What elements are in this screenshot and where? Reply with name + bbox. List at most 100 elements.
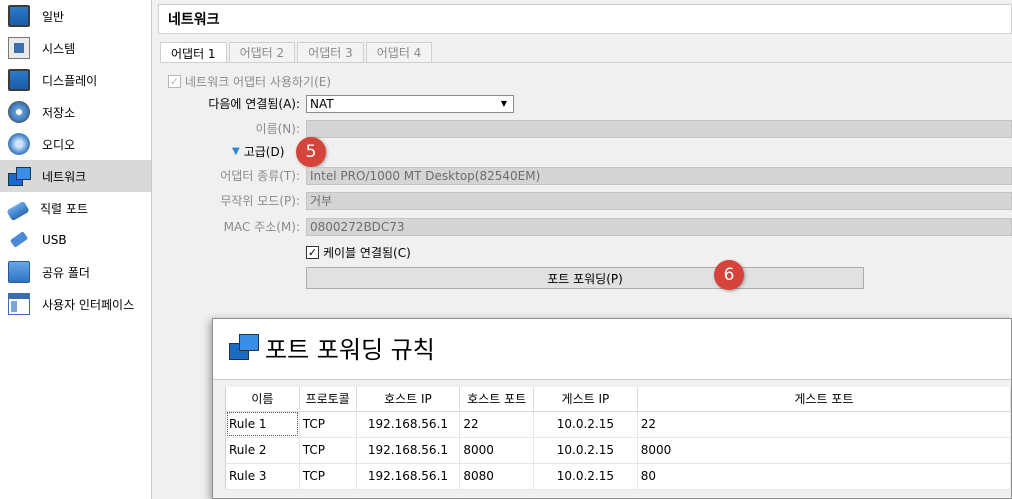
column-header-guest-port[interactable]: 게스트 포트 (637, 387, 1012, 412)
sidebar-item-label: 디스플레이 (42, 73, 98, 88)
tab-adapter-2[interactable]: 어댑터 2 (228, 42, 296, 62)
rule-host-port-cell[interactable]: 8080 (459, 463, 535, 490)
rule-protocol-cell[interactable]: TCP (299, 411, 357, 438)
storage-disk-icon (8, 101, 30, 123)
sidebar-item-label: 사용자 인터페이스 (42, 297, 135, 312)
shared-folder-icon (8, 261, 30, 283)
rule-host-port-cell[interactable]: 8000 (459, 437, 535, 464)
table-header-row: 이름 프로토콜 호스트 IP 호스트 포트 게스트 IP 게스트 포트 (225, 387, 1012, 412)
page-title: 네트워크 (158, 4, 1012, 34)
mac-address-field[interactable]: 0800272BDC73 (306, 218, 1012, 236)
sidebar-item-system[interactable]: 시스템 (0, 32, 151, 64)
sidebar-item-storage[interactable]: 저장소 (0, 96, 151, 128)
adapter-tabs: 어댑터 1 어댑터 2 어댑터 3 어댑터 4 (160, 42, 434, 63)
serial-port-icon (6, 200, 30, 221)
sidebar-item-label: 시스템 (42, 41, 76, 56)
rule-name-cell[interactable]: Rule 2 (225, 437, 300, 464)
sidebar-item-user-interface[interactable]: 사용자 인터페이스 (0, 288, 151, 320)
sidebar-item-serial-port[interactable]: 직렬 포트 (0, 192, 151, 224)
column-header-protocol[interactable]: 프로토콜 (299, 387, 357, 412)
name-field[interactable] (306, 120, 1012, 138)
adapter-type-label-wrap: 어댑터 종류(T): (160, 167, 300, 184)
rule-guest-ip-cell[interactable]: 10.0.2.15 (533, 437, 638, 464)
mac-label-wrap: MAC 주소(M): (160, 218, 300, 235)
attached-to-label: 다음에 연결됨(A): (208, 97, 300, 111)
sidebar-item-network[interactable]: 네트워크 (0, 160, 151, 192)
sidebar-item-label: 네트워크 (42, 169, 87, 184)
sidebar-item-label: 직렬 포트 (40, 201, 88, 216)
sidebar-item-display[interactable]: 디스플레이 (0, 64, 151, 96)
sidebar-item-audio[interactable]: 오디오 (0, 128, 151, 160)
chevron-down-icon: ▼ (500, 99, 507, 108)
tab-adapter-4[interactable]: 어댑터 4 (365, 42, 433, 62)
port-forwarding-rules-table: 이름 프로토콜 호스트 IP 호스트 포트 게스트 IP 게스트 포트 Rule… (225, 387, 1012, 490)
mac-address-label: MAC 주소(M): (223, 220, 300, 234)
sidebar-item-label: 저장소 (42, 105, 76, 120)
sidebar-item-label: 오디오 (42, 137, 76, 152)
network-icon (8, 165, 31, 187)
rule-guest-ip-cell[interactable]: 10.0.2.15 (533, 463, 638, 490)
tab-adapter-1[interactable]: 어댑터 1 (160, 42, 227, 63)
column-header-host-ip[interactable]: 호스트 IP (356, 387, 461, 412)
rule-guest-port-cell[interactable]: 8000 (637, 437, 1012, 464)
sidebar-item-label: USB (42, 233, 67, 247)
annotation-badge-6: 6 (714, 260, 744, 290)
sidebar-item-usb[interactable]: USB (0, 224, 151, 256)
tab-adapter-3[interactable]: 어댑터 3 (297, 42, 364, 62)
audio-speaker-icon (8, 133, 30, 155)
sidebar-item-label: 일반 (42, 9, 65, 24)
promiscuous-mode-label: 무작위 모드(P): (220, 194, 300, 208)
settings-sidebar: 일반 시스템 디스플레이 저장소 오디오 네트워크 직렬 포트 USB 공유 폴… (0, 0, 152, 499)
name-label: 이름(N): (255, 122, 300, 136)
system-chip-icon (8, 37, 30, 59)
column-header-guest-ip[interactable]: 게스트 IP (533, 387, 638, 412)
rule-host-ip-cell[interactable]: 192.168.56.1 (356, 437, 461, 464)
cable-connected-label: 케이블 연결됨(C) (323, 246, 411, 260)
advanced-label: 고급(D) (243, 145, 285, 159)
table-row[interactable]: Rule 3 TCP 192.168.56.1 8080 10.0.2.15 8… (225, 463, 1012, 490)
sidebar-item-general[interactable]: 일반 (0, 0, 151, 32)
rule-host-port-cell[interactable]: 22 (459, 411, 535, 438)
port-forwarding-dialog: 포트 포워딩 규칙 이름 프로토콜 호스트 IP 호스트 포트 게스트 IP 게… (212, 318, 1012, 499)
attached-to-label-wrap: 다음에 연결됨(A): (160, 95, 300, 112)
user-interface-icon (8, 293, 30, 315)
column-header-host-port[interactable]: 호스트 포트 (459, 387, 535, 412)
rule-protocol-cell[interactable]: TCP (299, 463, 357, 490)
rule-name-cell[interactable]: Rule 1 (225, 411, 300, 438)
table-row[interactable]: Rule 2 TCP 192.168.56.1 8000 10.0.2.15 8… (225, 437, 1012, 464)
enable-adapter-label: 네트워크 어댑터 사용하기(E) (185, 75, 332, 89)
rule-host-ip-cell[interactable]: 192.168.56.1 (356, 463, 461, 490)
sidebar-item-shared-folders[interactable]: 공유 폴더 (0, 256, 151, 288)
dialog-title-bar: 포트 포워딩 규칙 (229, 329, 435, 365)
general-monitor-icon (8, 5, 30, 27)
adapter-type-label: 어댑터 종류(T): (220, 169, 300, 183)
usb-icon (8, 229, 30, 251)
triangle-down-icon: ▼ (232, 146, 240, 157)
advanced-toggle[interactable]: ▼ 고급(D) (232, 143, 284, 160)
attached-to-select[interactable]: NAT ▼ (306, 95, 514, 113)
enable-adapter-checkbox[interactable]: ✓ (168, 75, 181, 88)
sidebar-item-label: 공유 폴더 (42, 265, 90, 280)
promiscuous-label-wrap: 무작위 모드(P): (160, 192, 300, 209)
adapter-type-field[interactable]: Intel PRO/1000 MT Desktop(82540EM) (306, 167, 1012, 185)
table-row[interactable]: Rule 1 TCP 192.168.56.1 22 10.0.2.15 22 (225, 411, 1012, 438)
rule-guest-port-cell[interactable]: 22 (637, 411, 1012, 438)
cable-connected-checkbox[interactable]: ✓ (306, 246, 319, 259)
promiscuous-mode-field[interactable]: 거부 (306, 192, 1012, 210)
network-icon (229, 332, 259, 362)
port-forwarding-button[interactable]: 포트 포워딩(P) (306, 267, 864, 289)
rule-guest-ip-cell[interactable]: 10.0.2.15 (533, 411, 638, 438)
name-label-wrap: 이름(N): (160, 120, 300, 137)
rule-protocol-cell[interactable]: TCP (299, 437, 357, 464)
attached-to-value: NAT (310, 97, 334, 111)
rule-name-cell[interactable]: Rule 3 (225, 463, 300, 490)
annotation-badge-5: 5 (296, 137, 326, 167)
rule-guest-port-cell[interactable]: 80 (637, 463, 1012, 490)
enable-adapter-row: ✓ 네트워크 어댑터 사용하기(E) (168, 73, 331, 90)
display-monitor-icon (8, 69, 30, 91)
cable-connected-row: ✓ 케이블 연결됨(C) (306, 244, 411, 261)
dialog-body: 이름 프로토콜 호스트 IP 호스트 포트 게스트 IP 게스트 포트 Rule… (213, 379, 1012, 498)
dialog-title: 포트 포워딩 규칙 (265, 335, 435, 364)
rule-host-ip-cell[interactable]: 192.168.56.1 (356, 411, 461, 438)
column-header-name[interactable]: 이름 (225, 387, 300, 412)
